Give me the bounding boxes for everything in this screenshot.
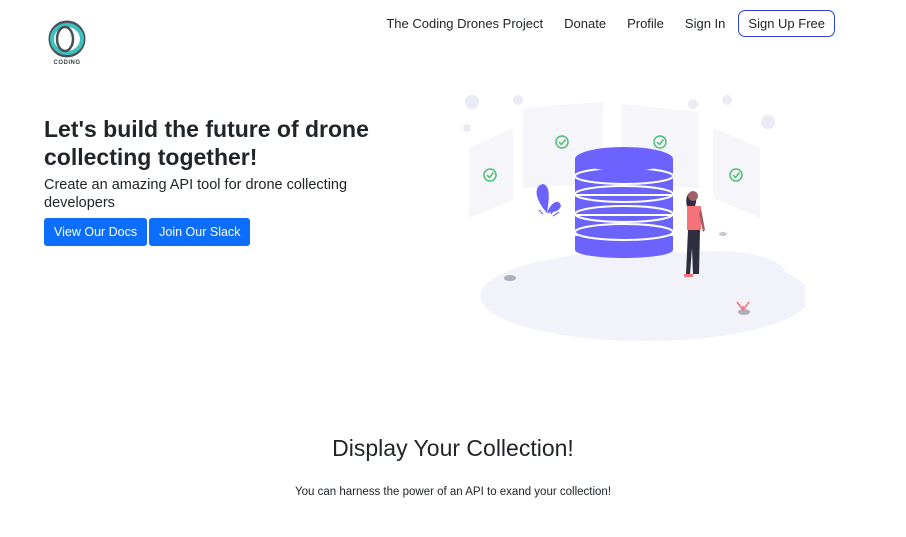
hero-title: Let's build the future of drone collecti… xyxy=(44,116,369,170)
nav-link-project[interactable]: The Coding Drones Project xyxy=(386,16,543,31)
logo-text: CODING xyxy=(53,60,81,66)
section-title: Display Your Collection! xyxy=(332,435,574,461)
brand-logo[interactable]: CODING xyxy=(44,19,90,75)
view-docs-button[interactable]: View Our Docs xyxy=(44,218,148,246)
hero-subtitle: Create an amazing API tool for drone col… xyxy=(44,177,348,211)
logo-rings-icon xyxy=(48,20,86,58)
nav-link-sign-in[interactable]: Sign In xyxy=(685,16,725,31)
nav-link-profile[interactable]: Profile xyxy=(627,16,664,31)
top-navigation: The Coding Drones Project Donate Profile… xyxy=(386,10,835,37)
plant-icon xyxy=(536,184,561,217)
database-icon xyxy=(574,147,674,258)
section-subtitle: You can harness the power of an API to e… xyxy=(294,486,612,498)
database-illustration xyxy=(463,95,805,341)
nav-link-donate[interactable]: Donate xyxy=(564,16,606,31)
sign-up-button[interactable]: Sign Up Free xyxy=(738,10,835,37)
hero-buttons: View Our Docs Join Our Slack xyxy=(44,218,252,246)
join-slack-button[interactable]: Join Our Slack xyxy=(149,218,251,246)
